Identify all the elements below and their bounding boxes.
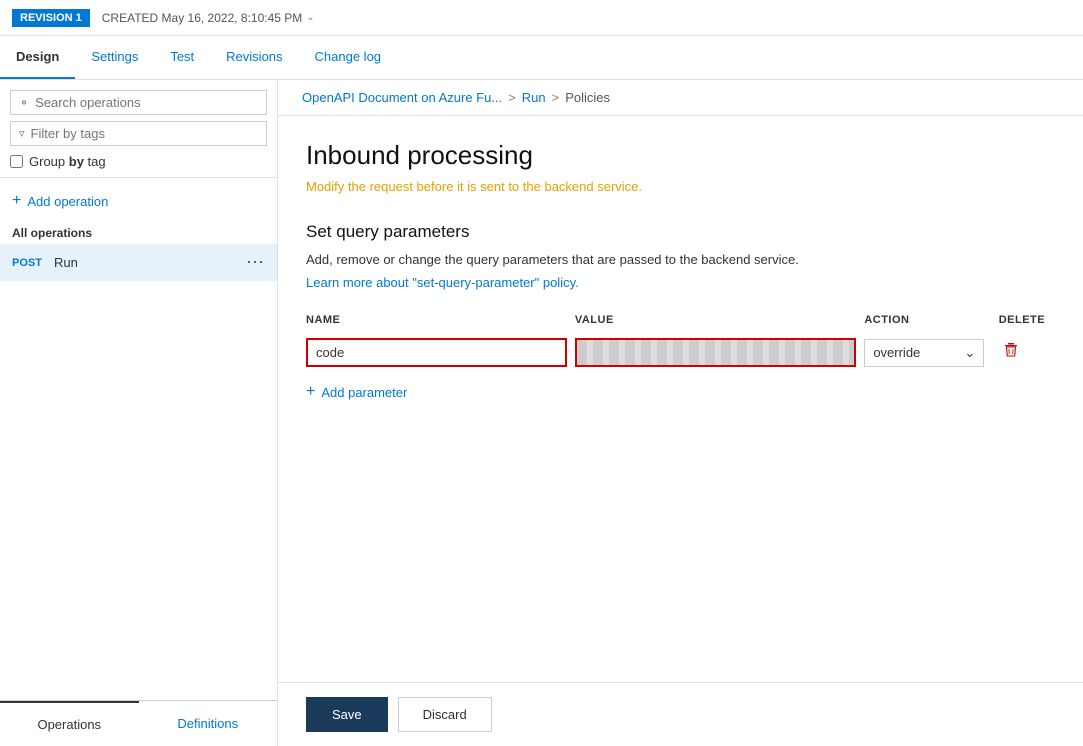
op-method-post: POST (12, 257, 46, 269)
group-by-tag-label: Group by tag (29, 154, 106, 169)
param-value-input[interactable] (575, 338, 857, 367)
add-operation-button[interactable]: + Add operation (12, 192, 108, 210)
bottom-bar: Save Discard (278, 682, 1083, 746)
section-desc: Add, remove or change the query paramete… (306, 252, 1055, 267)
main-area: ⚬ ▿ Group by tag + Add operation All ope… (0, 80, 1083, 746)
param-value-cell (575, 334, 865, 371)
col-header-name: NAME (306, 310, 575, 334)
sidebar-footer: Operations Definitions (0, 700, 277, 746)
policy-content: Inbound processing Modify the request be… (278, 116, 1083, 682)
param-name-cell (306, 334, 575, 371)
revision-bar: REVISION 1 CREATED May 16, 2022, 8:10:45… (0, 0, 1083, 36)
search-icon: ⚬ (19, 96, 29, 110)
op-name-run: Run (54, 255, 246, 270)
sidebar-top: ⚬ ▿ Group by tag (0, 80, 277, 178)
save-button[interactable]: Save (306, 697, 388, 732)
operation-more-icon[interactable]: ⋯ (246, 252, 265, 273)
col-header-value: VALUE (575, 310, 865, 334)
param-name-input[interactable] (306, 338, 567, 367)
plus-icon: + (12, 192, 21, 210)
revision-created: CREATED May 16, 2022, 8:10:45 PM ⌄ (102, 11, 315, 25)
action-select-wrapper[interactable]: override ⌄ (864, 339, 984, 367)
filter-icon: ▿ (19, 127, 25, 140)
breadcrumb: OpenAPI Document on Azure Fu... > Run > … (278, 80, 1083, 116)
action-select-chevron: ⌄ (964, 345, 975, 361)
tab-test[interactable]: Test (154, 36, 210, 79)
tab-revisions[interactable]: Revisions (210, 36, 298, 79)
param-delete-cell (999, 334, 1055, 371)
filter-input[interactable] (31, 126, 258, 141)
section-title: Set query parameters (306, 222, 1055, 242)
tab-design[interactable]: Design (0, 36, 75, 79)
search-box[interactable]: ⚬ (10, 90, 267, 115)
breadcrumb-sep-2: > (552, 90, 560, 105)
add-param-plus-icon: + (306, 383, 315, 401)
table-row: override ⌄ (306, 334, 1055, 371)
policy-title: Inbound processing (306, 140, 1055, 171)
policy-subtitle: Modify the request before it is sent to … (306, 179, 1055, 194)
breadcrumb-link-api[interactable]: OpenAPI Document on Azure Fu... (302, 90, 502, 105)
action-select-label: override (873, 345, 920, 360)
sidebar-add: + Add operation (0, 178, 277, 218)
sidebar: ⚬ ▿ Group by tag + Add operation All ope… (0, 80, 278, 746)
tab-changelog[interactable]: Change log (299, 36, 398, 79)
operation-item-run[interactable]: POST Run ⋯ (0, 244, 277, 281)
breadcrumb-current: Policies (565, 90, 610, 105)
group-by-tag[interactable]: Group by tag (10, 152, 267, 171)
breadcrumb-link-run[interactable]: Run (522, 90, 546, 105)
nav-tabs: Design Settings Test Revisions Change lo… (0, 36, 1083, 80)
learn-more-link[interactable]: Learn more about "set-query-parameter" p… (306, 275, 1055, 290)
col-header-action: ACTION (864, 310, 998, 334)
content-panel: OpenAPI Document on Azure Fu... > Run > … (278, 80, 1083, 746)
trash-icon (1003, 342, 1019, 358)
all-operations-label: All operations (0, 218, 277, 244)
col-header-delete: DELETE (999, 310, 1055, 334)
delete-param-button[interactable] (999, 342, 1023, 363)
filter-box[interactable]: ▿ (10, 121, 267, 146)
group-by-tag-checkbox[interactable] (10, 155, 23, 168)
chevron-down-icon[interactable]: ⌄ (306, 12, 314, 23)
params-table: NAME VALUE ACTION DELETE (306, 310, 1055, 371)
tab-settings[interactable]: Settings (75, 36, 154, 79)
footer-tab-definitions[interactable]: Definitions (139, 701, 278, 746)
add-parameter-button[interactable]: + Add parameter (306, 375, 407, 409)
search-input[interactable] (35, 95, 258, 110)
breadcrumb-sep-1: > (508, 90, 516, 105)
discard-button[interactable]: Discard (398, 697, 492, 732)
revision-badge: REVISION 1 (12, 9, 90, 27)
footer-tab-operations[interactable]: Operations (0, 701, 139, 746)
param-action-cell: override ⌄ (864, 334, 998, 371)
